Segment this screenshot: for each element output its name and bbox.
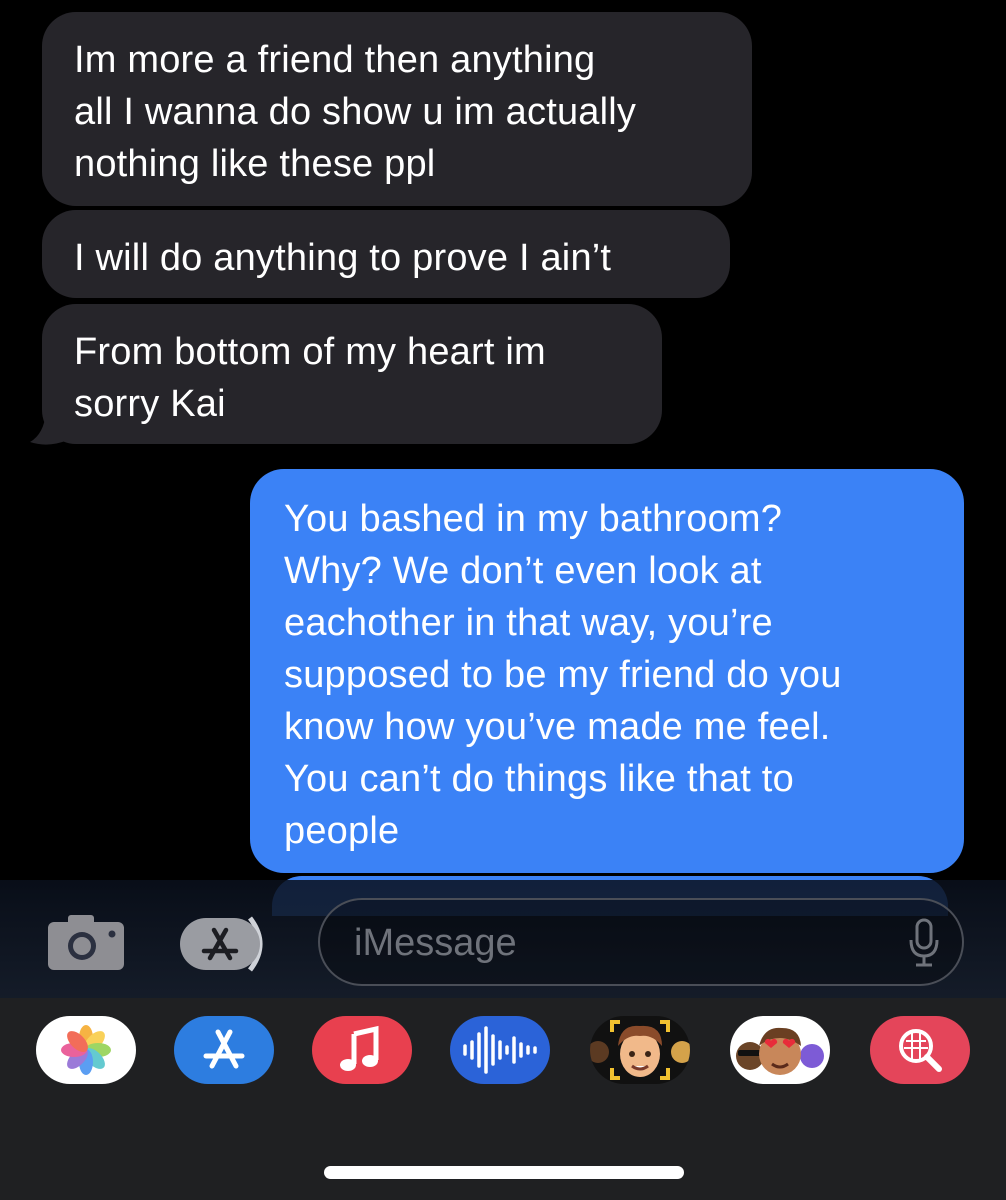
app-store-icon [203, 1029, 245, 1069]
music-icon [340, 1025, 379, 1071]
received-message[interactable]: From bottom of my heart im sorry Kai [42, 304, 662, 444]
app-store-app[interactable] [174, 1016, 274, 1084]
sent-message[interactable]: You bashed in my bathroom? Why? We don’t… [250, 469, 964, 873]
app-store-icon [180, 916, 263, 972]
bubble-tail [30, 412, 68, 445]
photos-app[interactable] [36, 1016, 136, 1084]
message-input[interactable]: iMessage [318, 898, 964, 986]
received-message[interactable]: Im more a friend then anything all I wan… [42, 12, 752, 206]
memoji-stickers-icon [736, 1027, 824, 1075]
music-app[interactable] [312, 1016, 412, 1084]
message-input-placeholder: iMessage [354, 922, 517, 964]
app-drawer [0, 998, 1006, 1200]
memoji-stickers-app[interactable] [730, 1016, 830, 1084]
home-indicator[interactable] [324, 1166, 684, 1179]
camera-icon [48, 915, 124, 970]
audio-message-icon [463, 1026, 537, 1074]
image-search-icon [899, 1029, 942, 1072]
apps-button[interactable] [178, 914, 278, 974]
photos-icon [61, 1025, 111, 1075]
image-search-app[interactable] [870, 1016, 970, 1084]
memoji-icon [590, 1020, 690, 1080]
microphone-icon[interactable] [908, 918, 940, 968]
camera-button[interactable] [46, 912, 126, 972]
received-message[interactable]: I will do anything to prove I ain’t [42, 210, 730, 298]
memoji-app[interactable] [590, 1016, 690, 1084]
audio-message-app[interactable] [450, 1016, 550, 1084]
